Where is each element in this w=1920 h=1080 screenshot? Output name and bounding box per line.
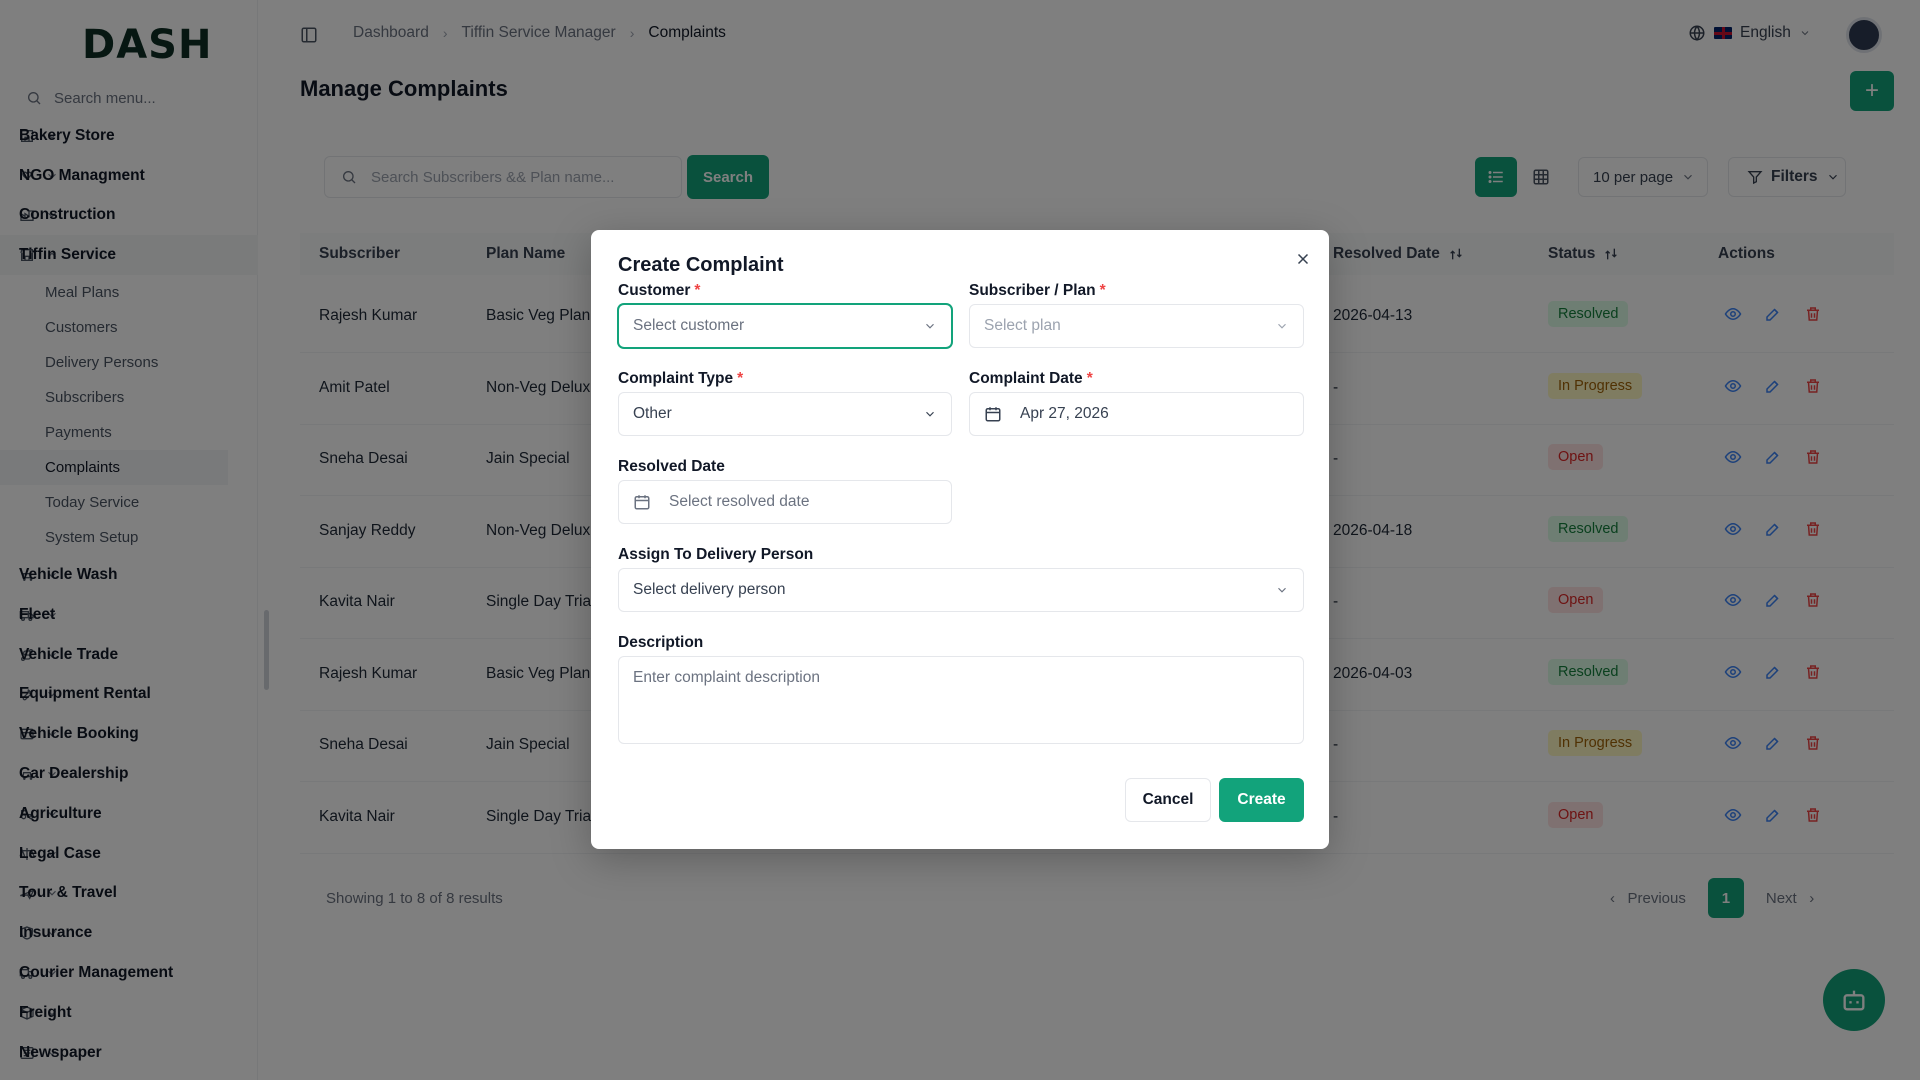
create-button[interactable]: Create [1219,778,1304,822]
calendar-icon [634,495,650,510]
customer-placeholder: Select customer [633,317,745,334]
resolved-date-placeholder: Select resolved date [669,493,810,510]
description-placeholder: Enter complaint description [633,669,820,686]
dialog-title: Create Complaint [618,254,784,276]
description-label: Description [618,634,704,651]
complaint-type-select[interactable]: Other [618,392,952,436]
chevron-down-icon [1278,323,1286,329]
create-complaint-dialog: Create Complaint Customer * Select custom… [591,230,1329,849]
complaint-type-label: Complaint Type * [618,370,744,387]
resolved-date-picker[interactable]: Select resolved date [618,480,952,524]
complaint-type-value: Other [633,405,672,422]
cancel-button[interactable]: Cancel [1125,778,1211,822]
customer-select[interactable]: Select customer [618,304,952,348]
assign-delivery-label: Assign To Delivery Person [618,546,814,563]
complaint-date-value: Apr 27, 2026 [1020,405,1109,422]
chevron-down-icon [1278,587,1286,593]
customer-label: Customer * [618,282,701,299]
plan-placeholder: Select plan [984,317,1061,334]
chevron-down-icon [926,411,934,417]
complaint-date-picker[interactable]: Apr 27, 2026 [969,392,1304,436]
complaint-date-label: Complaint Date * [969,370,1093,387]
plan-select[interactable]: Select plan [969,304,1304,348]
calendar-icon [985,407,1001,422]
chevron-down-icon [926,323,934,329]
plan-label: Subscriber / Plan * [969,282,1106,299]
delivery-person-select[interactable]: Select delivery person [618,568,1304,612]
delivery-person-placeholder: Select delivery person [633,581,786,598]
close-icon[interactable] [1294,250,1312,268]
resolved-date-label: Resolved Date [618,458,725,475]
description-textarea[interactable]: Enter complaint description [618,656,1304,744]
